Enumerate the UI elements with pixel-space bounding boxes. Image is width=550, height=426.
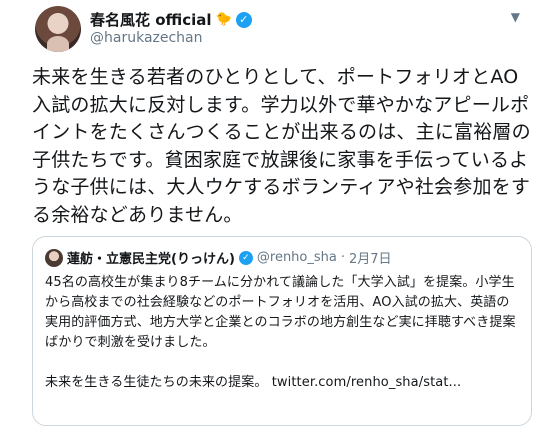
quoted-tweet-link[interactable]: twitter.com/renho_sha/stat... xyxy=(272,375,462,390)
quoted-author-name: 蓮舫・立憲民主党(りっけん) xyxy=(67,252,235,267)
quoted-verified-badge-icon: ✓ xyxy=(238,250,253,265)
quoted-date: 2月7日 xyxy=(349,252,392,267)
tweet-card: 春名風花 official 🐤 ✓ @harukazechan ▼ 未来を生きる… xyxy=(0,0,550,426)
author-handle[interactable]: @harukazechan xyxy=(90,30,203,46)
quoted-footer-text: 未来を生きる生徒たちの未来の提案。 xyxy=(45,375,268,390)
quoted-tweet-header: 蓮舫・立憲民主党(りっけん) ✓ @renho_sha · 2月7日 xyxy=(45,248,519,267)
quoted-author-handle: @renho_sha xyxy=(256,250,337,265)
chevron-down-icon[interactable]: ▼ xyxy=(511,10,520,24)
author-name-row: 春名風花 official 🐤 ✓ xyxy=(90,9,252,30)
chick-emoji-icon: 🐤 xyxy=(215,12,232,27)
quoted-tweet-body: 45名の高校生が集まり8チームに分かれて議論した「大学入試」を提案。小学生から高… xyxy=(45,273,519,393)
quoted-tweet[interactable]: 蓮舫・立憲民主党(りっけん) ✓ @renho_sha · 2月7日 45名の高… xyxy=(32,236,532,426)
quoted-body-text: 45名の高校生が集まり8チームに分かれて議論した「大学入試」を提案。小学生から高… xyxy=(45,275,516,350)
quoted-author-avatar xyxy=(45,248,63,267)
quoted-separator: · xyxy=(340,250,345,265)
author-display-name[interactable]: 春名風花 official xyxy=(90,9,212,30)
author-avatar[interactable] xyxy=(35,6,81,52)
tweet-text: 未来を生きる若者のひとりとして、ポートフォリオとAO入試の拡大に反対します。学力… xyxy=(32,66,531,226)
verified-badge-icon: ✓ xyxy=(235,11,252,28)
